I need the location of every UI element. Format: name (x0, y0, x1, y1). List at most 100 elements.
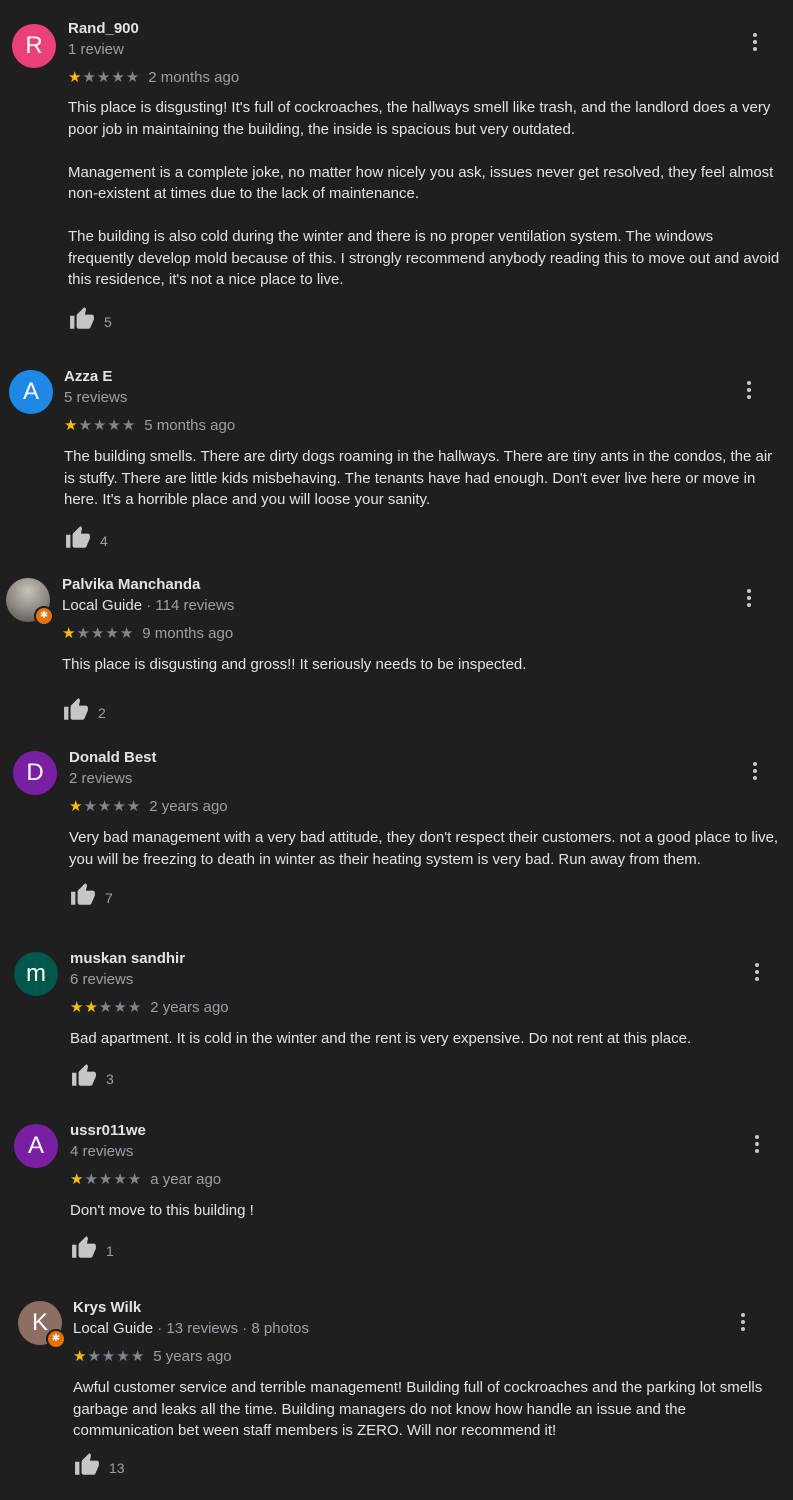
more-vert-icon[interactable] (745, 30, 765, 54)
review-count: · 13 reviews · 8 photos (153, 1320, 309, 1337)
avatar[interactable]: K ✱ (18, 1301, 66, 1349)
review-paragraph: Very bad management with a very bad atti… (69, 829, 779, 868)
star-rating: ★★★★★ 2 months ago (68, 68, 239, 87)
star-empty-icon: ★ (113, 1171, 128, 1188)
thumbs-up-icon (70, 1235, 98, 1266)
star-empty-icon: ★ (97, 798, 113, 815)
review-paragraph: The building smells. There are dirty dog… (64, 448, 773, 508)
avatar[interactable]: R (12, 24, 56, 68)
thumbs-up-icon (73, 1452, 101, 1483)
more-vert-icon[interactable] (739, 378, 759, 402)
star-empty-icon: ★ (76, 625, 91, 642)
star-empty-icon: ★ (78, 417, 93, 434)
reviewer-meta[interactable]: 5 reviews (64, 389, 127, 406)
review-time: 2 years ago (150, 998, 229, 1016)
thumbs-up-icon (70, 1063, 98, 1094)
reviewer-name[interactable]: Palvika Manchanda (62, 576, 200, 593)
review-paragraph: The building is also cold during the win… (68, 228, 780, 288)
more-vert-icon[interactable] (739, 586, 759, 610)
reviewer-meta[interactable]: 1 review (68, 41, 124, 58)
star-empty-icon: ★ (92, 417, 108, 434)
review-text: This place is disgusting and gross!! It … (62, 654, 781, 676)
reviewer-name[interactable]: Azza E (64, 368, 112, 385)
more-vert-icon[interactable] (747, 1132, 767, 1156)
star-empty-icon: ★ (82, 69, 97, 86)
reviewer-meta[interactable]: Local Guide · 114 reviews (62, 597, 234, 614)
stars: ★★★★★ (64, 416, 136, 434)
like-button[interactable]: 1 (70, 1235, 114, 1266)
more-vert-icon[interactable] (733, 1310, 753, 1334)
thumbs-up-icon (62, 697, 90, 728)
avatar[interactable]: D (13, 751, 57, 795)
more-vert-icon[interactable] (745, 759, 765, 783)
star-empty-icon: ★ (105, 625, 120, 642)
review-count: 1 review (68, 41, 124, 58)
avatar-initial: m (26, 960, 46, 987)
review-time: 5 years ago (153, 1347, 232, 1365)
review-time: 5 months ago (144, 416, 236, 434)
review-time: 2 years ago (149, 797, 228, 815)
star-empty-icon: ★ (119, 625, 135, 642)
star-empty-icon: ★ (87, 1348, 102, 1365)
star-empty-icon: ★ (130, 1348, 146, 1365)
local-guide-label: Local Guide (73, 1320, 154, 1337)
like-button[interactable]: 2 (62, 697, 106, 728)
review-text: Very bad management with a very bad atti… (69, 827, 781, 870)
reviewer-meta[interactable]: 4 reviews (70, 1143, 133, 1160)
review-count: 2 reviews (69, 770, 133, 787)
reviewer-name[interactable]: Krys Wilk (73, 1299, 141, 1316)
like-count: 13 (109, 1459, 125, 1476)
avatar[interactable]: ✱ (6, 578, 54, 626)
like-button[interactable]: 7 (69, 882, 113, 913)
reviewer-name[interactable]: Donald Best (69, 749, 157, 766)
star-empty-icon: ★ (84, 1171, 99, 1188)
stars: ★★★★★ (70, 998, 142, 1016)
review-text: The building smells. There are dirty dog… (64, 446, 781, 511)
star-filled-icon: ★ (64, 417, 79, 434)
like-button[interactable]: 13 (73, 1452, 125, 1483)
stars: ★★★★★ (70, 1170, 142, 1188)
star-filled-icon: ★ (68, 69, 83, 86)
star-rating: ★★★★★ a year ago (70, 1170, 221, 1189)
reviewer-name[interactable]: Rand_900 (68, 20, 139, 37)
star-filled-icon: ★ (73, 1348, 88, 1365)
star-empty-icon: ★ (126, 798, 142, 815)
like-count: 5 (104, 313, 112, 330)
more-vert-icon[interactable] (747, 960, 767, 984)
star-empty-icon: ★ (127, 1171, 143, 1188)
review-paragraph: Don't move to this building ! (70, 1202, 254, 1219)
like-count: 1 (106, 1242, 114, 1259)
star-empty-icon: ★ (113, 999, 128, 1016)
avatar[interactable]: A (14, 1124, 58, 1168)
like-count: 3 (106, 1070, 114, 1087)
review-time: 9 months ago (142, 624, 234, 642)
like-count: 4 (100, 532, 108, 549)
like-button[interactable]: 4 (64, 525, 108, 556)
like-count: 7 (105, 889, 113, 906)
like-button[interactable]: 3 (70, 1063, 114, 1094)
star-rating: ★★★★★ 2 years ago (70, 998, 229, 1017)
star-rating: ★★★★★ 5 years ago (73, 1347, 232, 1366)
star-empty-icon: ★ (101, 1348, 117, 1365)
star-filled-icon: ★ (70, 1171, 85, 1188)
review-count: 5 reviews (64, 389, 128, 406)
reviewer-meta[interactable]: 2 reviews (69, 770, 132, 787)
like-button[interactable]: 5 (68, 306, 112, 337)
star-filled-icon: ★ (70, 999, 85, 1016)
avatar-initial: R (25, 32, 43, 59)
star-filled-icon: ★ (62, 625, 77, 642)
review-paragraph: This place is disgusting and gross!! It … (62, 656, 527, 673)
stars: ★★★★★ (62, 624, 134, 642)
star-rating: ★★★★★ 9 months ago (62, 624, 234, 643)
reviewer-name[interactable]: ussr011we (70, 1122, 146, 1139)
star-empty-icon: ★ (121, 417, 137, 434)
review-paragraph: Management is a complete joke, no matter… (68, 163, 774, 203)
review-text: Awful customer service and terrible mana… (73, 1377, 781, 1442)
reviewer-meta[interactable]: 6 reviews (70, 971, 133, 988)
stars: ★★★★★ (69, 797, 141, 815)
avatar[interactable]: m (14, 952, 58, 996)
avatar[interactable]: A (9, 370, 53, 414)
reviewer-name[interactable]: muskan sandhir (70, 950, 185, 967)
reviewer-meta[interactable]: Local Guide · 13 reviews · 8 photos (73, 1320, 309, 1337)
star-empty-icon: ★ (90, 625, 106, 642)
